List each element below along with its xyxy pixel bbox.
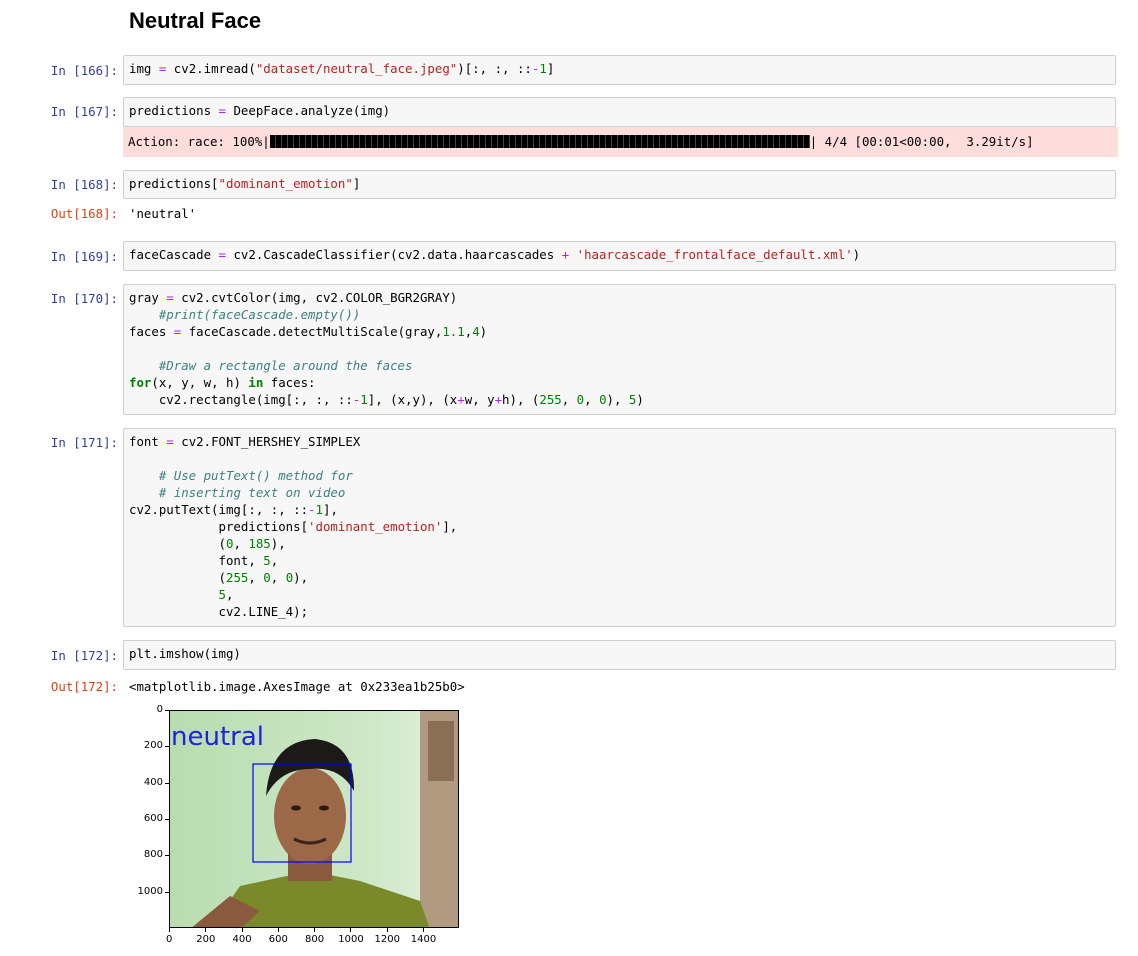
image-axes: neutral [169,710,459,928]
output-text: <matplotlib.image.AxesImage at 0x233ea1b… [129,679,465,694]
x-tick-mark [314,928,315,932]
y-tick-mark [165,855,169,857]
code-cell-168[interactable]: predictions["dominant_emotion"] [123,170,1116,199]
x-tick-mark [169,928,170,932]
input-prompt: In [172]: [50,648,118,663]
x-tick-mark [241,928,243,932]
code-cell-169[interactable]: faceCascade = cv2.CascadeClassifier(cv2.… [123,241,1116,271]
code-cell-170[interactable]: gray = cv2.cvtColor(img, cv2.COLOR_BGR2G… [123,284,1116,415]
x-tick-mark [422,928,424,932]
y-tick-label: 200 [143,740,163,752]
x-tick-label: 800 [305,934,325,945]
input-prompt: In [166]: [50,63,118,78]
code-cell-172[interactable]: plt.imshow(img) [123,640,1116,670]
section-heading: Neutral Face [129,8,262,33]
code-cell-166[interactable]: img = cv2.imread("dataset/neutral_face.j… [123,55,1116,85]
x-tick-label: 0 [166,934,173,945]
x-tick-label: 1200 [374,934,400,945]
input-prompt: In [168]: [50,177,118,192]
x-tick-mark [205,928,207,932]
progress-prefix: Action: race: 100%| [128,134,270,149]
x-tick-mark [277,928,279,932]
input-prompt: In [167]: [50,104,118,119]
y-tick-mark [165,746,169,748]
x-tick-label: 1000 [338,934,364,945]
x-tick-label: 200 [196,934,216,945]
y-tick-label: 800 [143,849,163,861]
code-cell-171[interactable]: font = cv2.FONT_HERSHEY_SIMPLEX # Use pu… [123,428,1116,627]
y-tick-mark [165,710,169,711]
y-tick-mark [165,891,169,893]
y-tick-mark [165,782,169,784]
face-photo: neutral [170,711,458,927]
progress-bar [269,135,810,148]
progress-suffix: | 4/4 [00:01<00:00, 3.29it/s] [809,134,1034,149]
x-tick-mark [350,928,352,932]
input-prompt: In [169]: [50,249,118,264]
output-prompt: Out[168]: [50,206,118,221]
output-text: 'neutral' [129,206,197,221]
y-tick-label: 600 [143,813,163,824]
input-prompt: In [171]: [50,435,118,450]
y-tick-label: 0 [156,704,163,715]
y-tick-mark [165,819,169,820]
x-tick-label: 600 [268,934,288,945]
x-tick-label: 1400 [410,934,437,945]
y-tick-label: 1000 [137,885,163,897]
input-prompt: In [170]: [50,291,118,306]
code-cell-167[interactable]: predictions = DeepFace.analyze(img) [123,97,1116,127]
y-tick-label: 400 [143,776,163,788]
progress-output: Action: race: 100%| | 4/4 [00:01<00:00, 3… [123,127,1118,157]
x-tick-mark [386,928,388,932]
output-prompt: Out[172]: [50,679,118,694]
x-tick-label: 400 [232,934,252,945]
emotion-label: neutral [171,722,264,752]
